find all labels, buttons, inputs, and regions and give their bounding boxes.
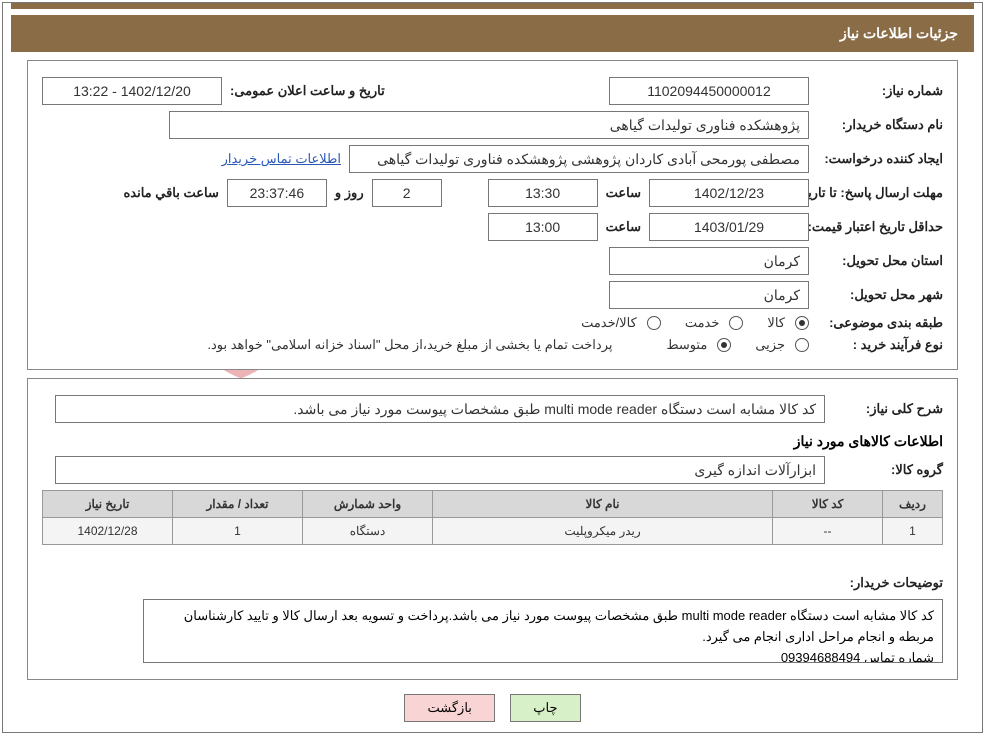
need-no-value: 1102094450000012 [609, 77, 809, 105]
overall-need-label: شرح کلی نیاز: [833, 401, 943, 417]
cell-name: ریدر میکروپلیت [433, 518, 773, 545]
print-button[interactable]: چاپ [510, 694, 580, 722]
cell-date: 1402/12/28 [43, 518, 173, 545]
time-label-2: ساعت [606, 219, 641, 235]
city-label: شهر محل تحویل: [817, 287, 943, 303]
deadline-date: 1402/12/23 [649, 179, 809, 207]
th-code: کد کالا [773, 491, 883, 518]
city-value: کرمان [609, 281, 809, 309]
radio-goods-service[interactable] [647, 316, 661, 330]
items-table: ردیف کد کالا نام کالا واحد شمارش تعداد /… [42, 490, 943, 545]
process-label: نوع فرآیند خرید : [817, 337, 943, 353]
deadline-time: 13:30 [488, 179, 598, 207]
process-note: پرداخت تمام یا بخشی از مبلغ خرید،از محل … [207, 337, 612, 353]
province-value: کرمان [609, 247, 809, 275]
radio-service[interactable] [729, 316, 743, 330]
radio-partial-label: جزیی [755, 337, 785, 353]
request-creator-value: مصطفی پورمحی آبادی کاردان پژوهشی پژوهشکد… [349, 145, 809, 173]
radio-partial[interactable] [795, 338, 809, 352]
price-validity-date: 1403/01/29 [649, 213, 809, 241]
radio-goods-label: کالا [767, 315, 785, 331]
cell-code: -- [773, 518, 883, 545]
th-date: تاریخ نیاز [43, 491, 173, 518]
remaining-days: 2 [372, 179, 442, 207]
buyer-org-label: نام دستگاه خریدار: [817, 117, 943, 133]
button-row: چاپ بازگشت [3, 694, 982, 722]
overall-need-value: کد کالا مشابه است دستگاه multi mode read… [55, 395, 825, 423]
buyer-org-value: پژوهشکده فناوری تولیدات گیاهی [169, 111, 809, 139]
buyer-notes-text[interactable] [143, 599, 943, 663]
time-label-1: ساعت [606, 185, 641, 201]
items-title: اطلاعات کالاهای مورد نیاز [42, 433, 943, 450]
price-validity-time: 13:00 [488, 213, 598, 241]
th-unit: واحد شمارش [303, 491, 433, 518]
table-header-row: ردیف کد کالا نام کالا واحد شمارش تعداد /… [43, 491, 943, 518]
radio-medium[interactable] [717, 338, 731, 352]
cell-qty: 1 [173, 518, 303, 545]
group-value: ابزارآلات اندازه گیری [55, 456, 825, 484]
deadline-label: مهلت ارسال پاسخ: تا تاریخ: [817, 184, 943, 202]
price-validity-label: حداقل تاریخ اعتبار قیمت: تا تاریخ: [817, 218, 943, 236]
group-label: گروه کالا: [833, 462, 943, 478]
table-row: 1 -- ریدر میکروپلیت دستگاه 1 1402/12/28 [43, 518, 943, 545]
cell-unit: دستگاه [303, 518, 433, 545]
days-and-label: روز و [335, 185, 364, 201]
cell-row: 1 [883, 518, 943, 545]
info-section: شماره نیاز: 1102094450000012 تاریخ و ساع… [27, 60, 958, 370]
remaining-time: 23:37:46 [227, 179, 327, 207]
radio-goods-service-label: کالا/خدمت [581, 315, 637, 331]
th-row: ردیف [883, 491, 943, 518]
category-label: طبقه بندی موضوعی: [817, 315, 943, 331]
buyer-contact-link[interactable]: اطلاعات تماس خریدار [222, 151, 341, 167]
radio-medium-label: متوسط [666, 337, 707, 353]
radio-service-label: خدمت [685, 315, 720, 331]
announce-value: 1402/12/20 - 13:22 [42, 77, 222, 105]
th-qty: تعداد / مقدار [173, 491, 303, 518]
page-title: جزئیات اطلاعات نیاز [11, 15, 974, 52]
back-button[interactable]: بازگشت [404, 694, 494, 722]
announce-label: تاریخ و ساعت اعلان عمومی: [230, 83, 385, 99]
buyer-notes-label: توضیحات خریدار: [833, 555, 943, 591]
request-creator-label: ایجاد کننده درخواست: [817, 151, 943, 167]
radio-goods[interactable] [795, 316, 809, 330]
need-no-label: شماره نیاز: [817, 83, 943, 99]
th-name: نام کالا [433, 491, 773, 518]
remaining-label: ساعت باقي مانده [123, 185, 218, 201]
need-section: شرح کلی نیاز: کد کالا مشابه است دستگاه m… [27, 378, 958, 680]
province-label: استان محل تحویل: [817, 253, 943, 269]
